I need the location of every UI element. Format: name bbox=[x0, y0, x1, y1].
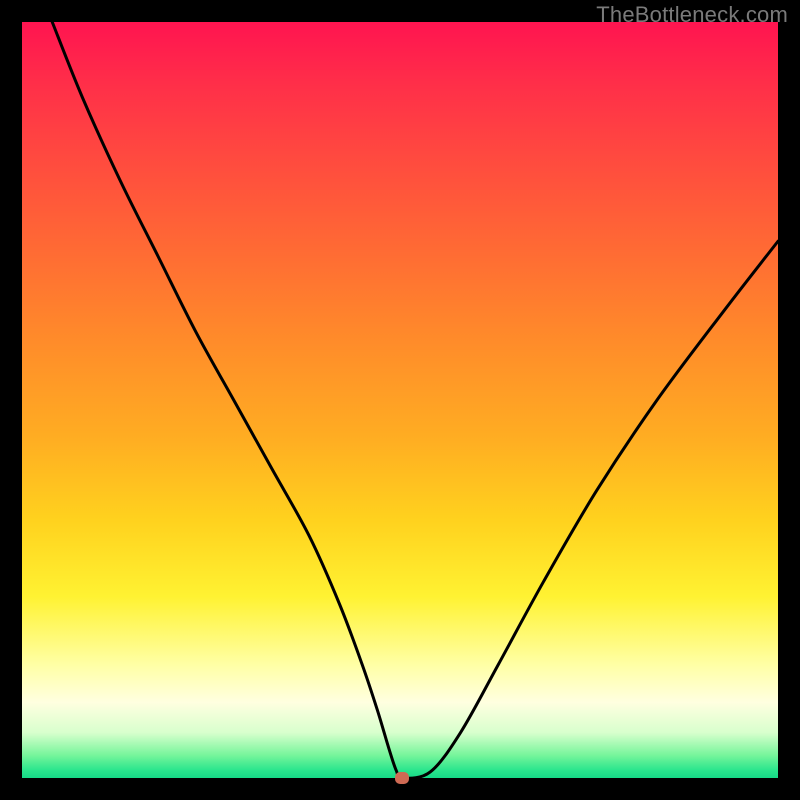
plot-area bbox=[22, 22, 778, 778]
optimum-marker bbox=[395, 772, 409, 784]
bottleneck-curve bbox=[22, 22, 778, 778]
chart-frame: TheBottleneck.com bbox=[0, 0, 800, 800]
